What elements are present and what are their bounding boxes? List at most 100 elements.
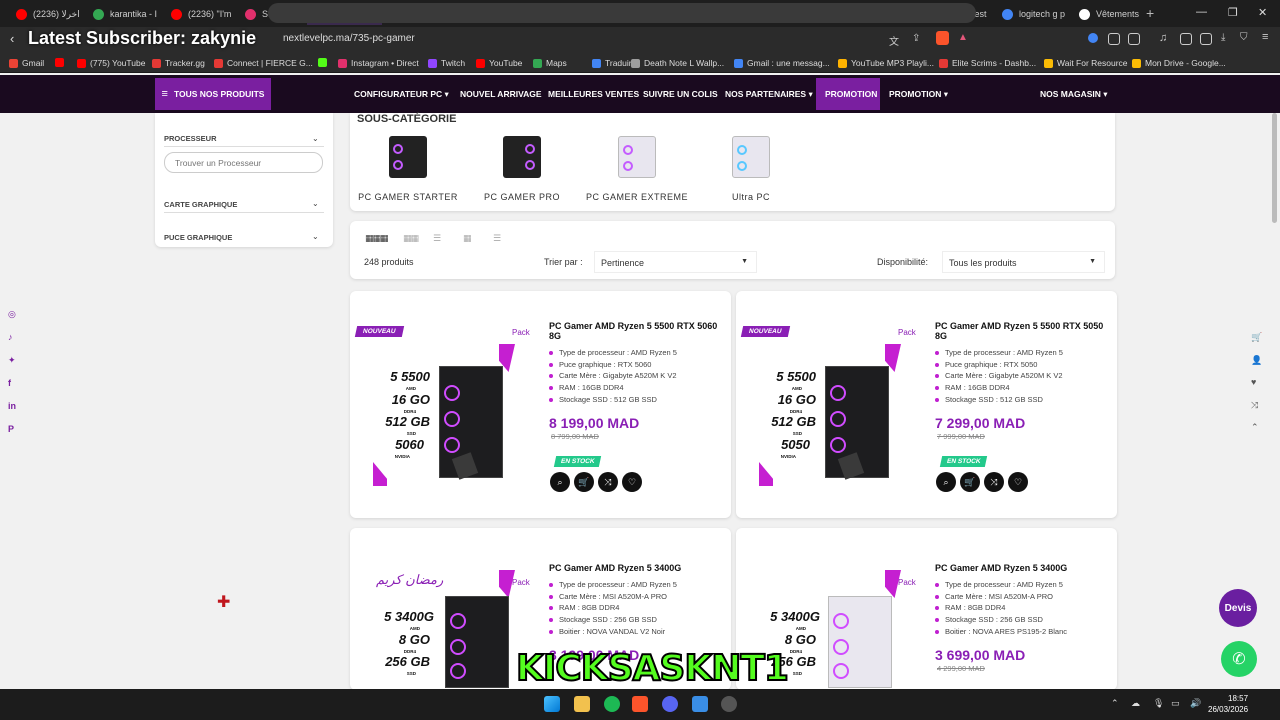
add-to-cart-icon[interactable]: 🛒 — [574, 472, 594, 492]
page-scrollbar[interactable] — [1272, 113, 1277, 223]
bookmark-item[interactable]: Gmail — [9, 58, 44, 68]
product-title[interactable]: PC Gamer AMD Ryzen 5 5500 RTX 5060 8G — [549, 321, 719, 341]
bookmark-item[interactable]: YouTube — [476, 58, 522, 68]
quick-view-icon[interactable]: ⌕ — [936, 472, 956, 492]
taskbar-clock[interactable]: 18:57 26/03/2026 — [1208, 693, 1248, 715]
pinterest-icon[interactable]: P — [8, 424, 14, 434]
compare-icon[interactable]: ⤨ — [1251, 400, 1258, 411]
browser-tab[interactable]: (2236) "I'm — [163, 3, 235, 25]
linkedin-icon[interactable]: in — [8, 401, 16, 411]
list-view-icon[interactable]: ☰ — [493, 233, 501, 244]
list-2-view-icon[interactable]: ☰ — [433, 233, 441, 244]
chevron-down-icon[interactable]: ⌄ — [312, 232, 319, 241]
tray-chevron-icon[interactable]: ⌃ — [1111, 698, 1119, 709]
bookmark-item[interactable]: Connect | FIERCE G... — [214, 58, 313, 68]
browser-tab[interactable]: Vêtements — [1071, 3, 1146, 25]
vpn-icon[interactable]: ⛉ — [1240, 32, 1248, 43]
twitter-icon[interactable]: ✦ — [8, 355, 16, 366]
file-explorer-icon[interactable] — [574, 696, 590, 712]
bookmark-item[interactable]: Maps — [533, 58, 567, 68]
steam-icon[interactable] — [721, 696, 737, 712]
tray-app-icon[interactable]: ☁ — [1131, 698, 1140, 709]
url-box[interactable] — [268, 3, 976, 23]
compare-icon[interactable]: ⤨ — [598, 472, 618, 492]
filter-processeur-label[interactable]: PROCESSEUR — [164, 134, 217, 143]
bookmark-item[interactable]: Twitch — [428, 58, 465, 68]
product-title[interactable]: PC Gamer AMD Ryzen 5 5500 RTX 5050 8G — [935, 321, 1105, 341]
volume-icon[interactable]: 🔊 — [1190, 698, 1201, 709]
bookmark-item[interactable]: Tracker.gg — [152, 58, 205, 68]
wishlist-icon[interactable]: ♡ — [1008, 472, 1028, 492]
brave-shield-icon[interactable] — [936, 31, 949, 45]
subcategory-pro[interactable]: PC GAMER PRO — [467, 136, 577, 202]
brave-rewards-icon[interactable]: ▲ — [958, 32, 968, 43]
scroll-top-icon[interactable]: ⌃ — [1251, 422, 1259, 433]
bookmark-item[interactable]: (775) YouTube — [77, 58, 145, 68]
nav-promotion-menu[interactable]: PROMOTION ▾ — [889, 89, 948, 100]
compare-icon[interactable]: ⤨ — [984, 472, 1004, 492]
all-products-button[interactable]: ≡ TOUS NOS PRODUITS — [155, 78, 271, 110]
filter-carte-graphique-label[interactable]: CARTE GRAPHIQUE — [164, 200, 237, 209]
bookmark-item[interactable]: Elite Scrims - Dashb... — [939, 58, 1036, 68]
nav-suivre-colis[interactable]: SUIVRE UN COLIS — [643, 89, 718, 99]
chevron-down-icon[interactable]: ⌄ — [312, 134, 319, 143]
wishlist-icon[interactable]: ♡ — [622, 472, 642, 492]
processeur-search-input[interactable] — [164, 152, 323, 173]
account-icon[interactable]: 👤 — [1251, 355, 1262, 366]
browser-tab[interactable]: (2236) اخرلا — [8, 3, 83, 25]
new-tab-button[interactable]: + — [1146, 5, 1154, 21]
minimize-icon[interactable]: — — [1196, 6, 1207, 18]
bookmark-item[interactable]: Death Note L Wallp... — [631, 58, 724, 68]
bookmark-item[interactable]: Wait For Resource — [1044, 58, 1128, 68]
nav-magasin[interactable]: NOS MAGASIN ▾ — [1040, 89, 1108, 100]
cart-icon[interactable]: 🛒 — [1251, 332, 1262, 343]
nav-nouvel-arrivage[interactable]: NOUVEL ARRIVAGE — [460, 89, 542, 99]
menu-icon[interactable]: ≡ — [1262, 31, 1268, 43]
grid-4-view-icon[interactable]: ▦▦▦ — [365, 233, 388, 244]
subcategory-ultra[interactable]: Ultra PC — [696, 136, 806, 202]
nav-meilleures-ventes[interactable]: MEILLEURES VENTES — [548, 89, 639, 99]
maximize-icon[interactable]: ❐ — [1228, 6, 1238, 19]
bookmark-item[interactable]: Traduire — [592, 58, 636, 68]
network-icon[interactable]: ▭ — [1171, 698, 1180, 709]
product-title[interactable]: PC Gamer AMD Ryzen 5 3400G — [549, 563, 719, 573]
devis-button[interactable]: Devis — [1219, 589, 1257, 627]
sort-select[interactable]: Pertinence ▼ — [594, 251, 757, 273]
bookmark-item[interactable]: Mon Drive - Google... — [1132, 58, 1226, 68]
subcategory-extreme[interactable]: PC GAMER EXTREME — [582, 136, 692, 202]
microphone-icon[interactable]: 🎙 — [1153, 698, 1164, 709]
subcategory-starter[interactable]: PC GAMER STARTER — [353, 136, 463, 202]
quick-view-icon[interactable]: ⌕ — [550, 472, 570, 492]
extension-icon[interactable] — [1128, 33, 1140, 45]
wallet-icon[interactable] — [1200, 33, 1212, 45]
bookmark-item[interactable]: Gmail : une messag... — [734, 58, 830, 68]
translate-icon[interactable]: 文 — [889, 33, 899, 48]
close-window-icon[interactable]: ✕ — [1258, 6, 1267, 19]
nav-promotion[interactable]: PROMOTION — [825, 89, 877, 99]
discord-icon[interactable] — [662, 696, 678, 712]
url-text[interactable]: nextlevelpc.ma/735-pc-gamer — [283, 33, 415, 44]
tiktok-icon[interactable]: ♪ — [8, 332, 13, 342]
back-icon[interactable]: ‹ — [10, 31, 14, 46]
spotify-icon[interactable] — [604, 696, 620, 712]
instagram-icon[interactable]: ◎ — [8, 309, 16, 320]
store-icon[interactable] — [692, 696, 708, 712]
product-image[interactable] — [828, 596, 892, 688]
bookmark-item[interactable]: Instagram • Direct — [338, 58, 419, 68]
bookmark-item[interactable]: YouTube MP3 Playli... — [838, 58, 934, 68]
extension-icon[interactable] — [1088, 33, 1098, 43]
bookmark-item[interactable] — [318, 58, 331, 67]
downloads-icon[interactable]: ⤓ — [1221, 32, 1225, 43]
grid-2-view-icon[interactable]: ▦ — [463, 233, 471, 244]
whatsapp-icon[interactable]: ✆ — [1221, 641, 1257, 677]
brave-icon[interactable] — [632, 696, 648, 712]
grid-3-view-icon[interactable]: ▦▦ — [403, 233, 419, 244]
nav-partenaires[interactable]: NOS PARTENAIRES ▾ — [725, 89, 813, 100]
nav-configurateur[interactable]: CONFIGURATEUR PC ▾ — [354, 89, 449, 100]
chevron-down-icon[interactable]: ⌄ — [312, 199, 319, 208]
wishlist-icon[interactable]: ♥ — [1251, 377, 1256, 387]
product-image[interactable] — [445, 596, 509, 688]
share-icon[interactable]: ⇪ — [912, 33, 920, 44]
availability-select[interactable]: Tous les produits ▼ — [942, 251, 1105, 273]
bookmark-item[interactable] — [55, 58, 68, 67]
